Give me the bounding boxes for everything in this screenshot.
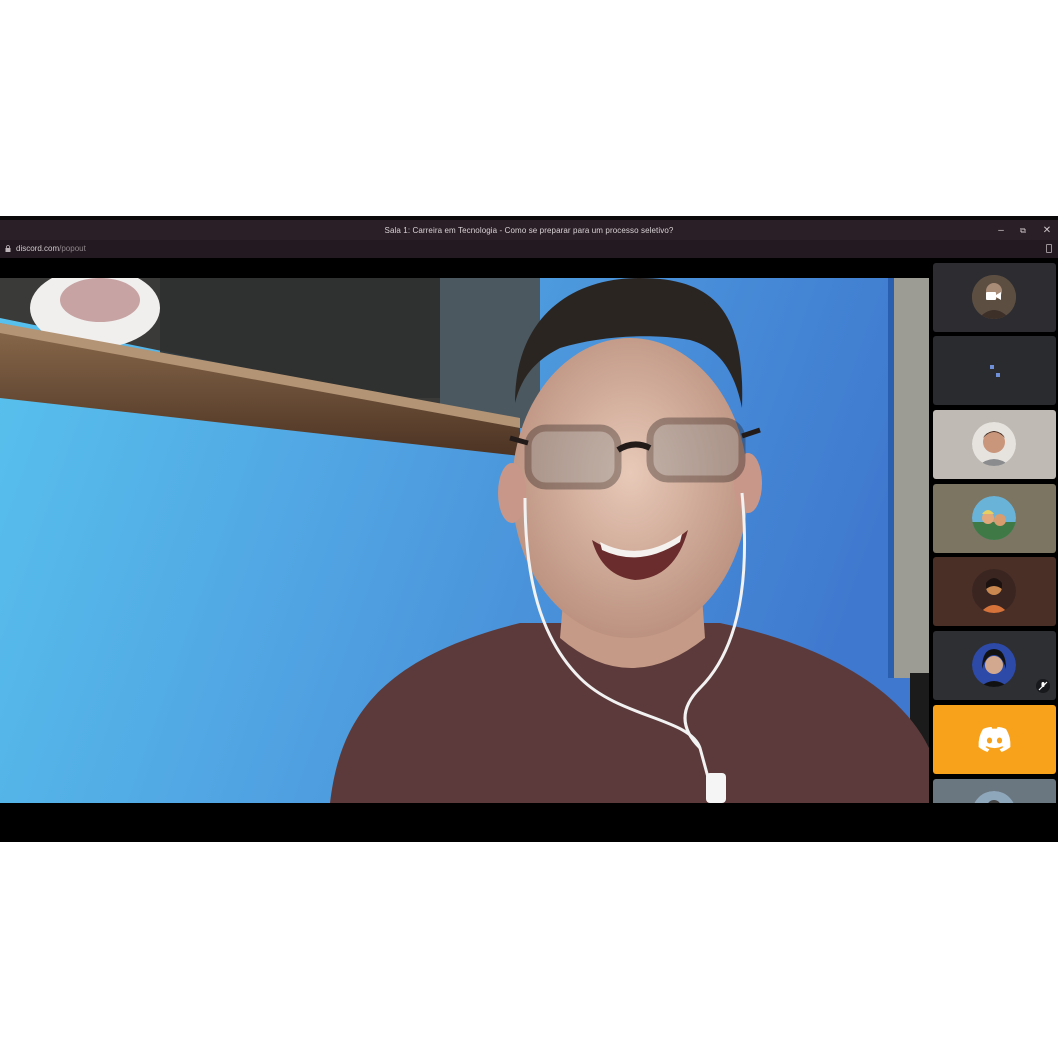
url-path: /popout	[59, 244, 86, 253]
muted-mic-icon	[1036, 679, 1050, 693]
main-video-feed[interactable]	[0, 278, 929, 803]
lock-icon	[5, 245, 11, 252]
url-text: discord.com/popout	[16, 244, 86, 253]
maximize-button[interactable]: ⧉	[1016, 225, 1030, 237]
participant-tile-1[interactable]	[933, 263, 1056, 332]
minimize-button[interactable]: –	[994, 225, 1008, 237]
discord-logo-icon	[978, 727, 1011, 752]
avatar	[972, 569, 1016, 613]
participant-tile-6[interactable]	[933, 631, 1056, 700]
participant-tile-3[interactable]	[933, 410, 1056, 479]
participant-sidebar[interactable]	[933, 263, 1058, 823]
window-title: Sala 1: Carreira em Tecnologia - Como se…	[384, 226, 674, 235]
video-frame	[0, 278, 929, 803]
participant-tile-5[interactable]	[933, 557, 1056, 626]
browser-popout-window: Sala 1: Carreira em Tecnologia - Como se…	[0, 216, 1058, 842]
participant-tile-2[interactable]	[933, 336, 1056, 405]
bottom-bar	[0, 803, 1058, 842]
avatar	[972, 496, 1016, 540]
avatar	[972, 422, 1016, 466]
participant-tile-4[interactable]	[933, 484, 1056, 553]
close-button[interactable]: ✕	[1040, 225, 1054, 237]
avatar	[972, 643, 1016, 687]
url-domain: discord.com	[16, 244, 60, 253]
loading-icon	[990, 365, 1000, 377]
extension-icon[interactable]	[1046, 244, 1052, 253]
title-bar: Sala 1: Carreira em Tecnologia - Como se…	[0, 216, 1058, 240]
camera-icon	[986, 292, 1001, 300]
participant-tile-7[interactable]	[933, 705, 1056, 774]
address-bar[interactable]: discord.com/popout	[0, 240, 1058, 258]
